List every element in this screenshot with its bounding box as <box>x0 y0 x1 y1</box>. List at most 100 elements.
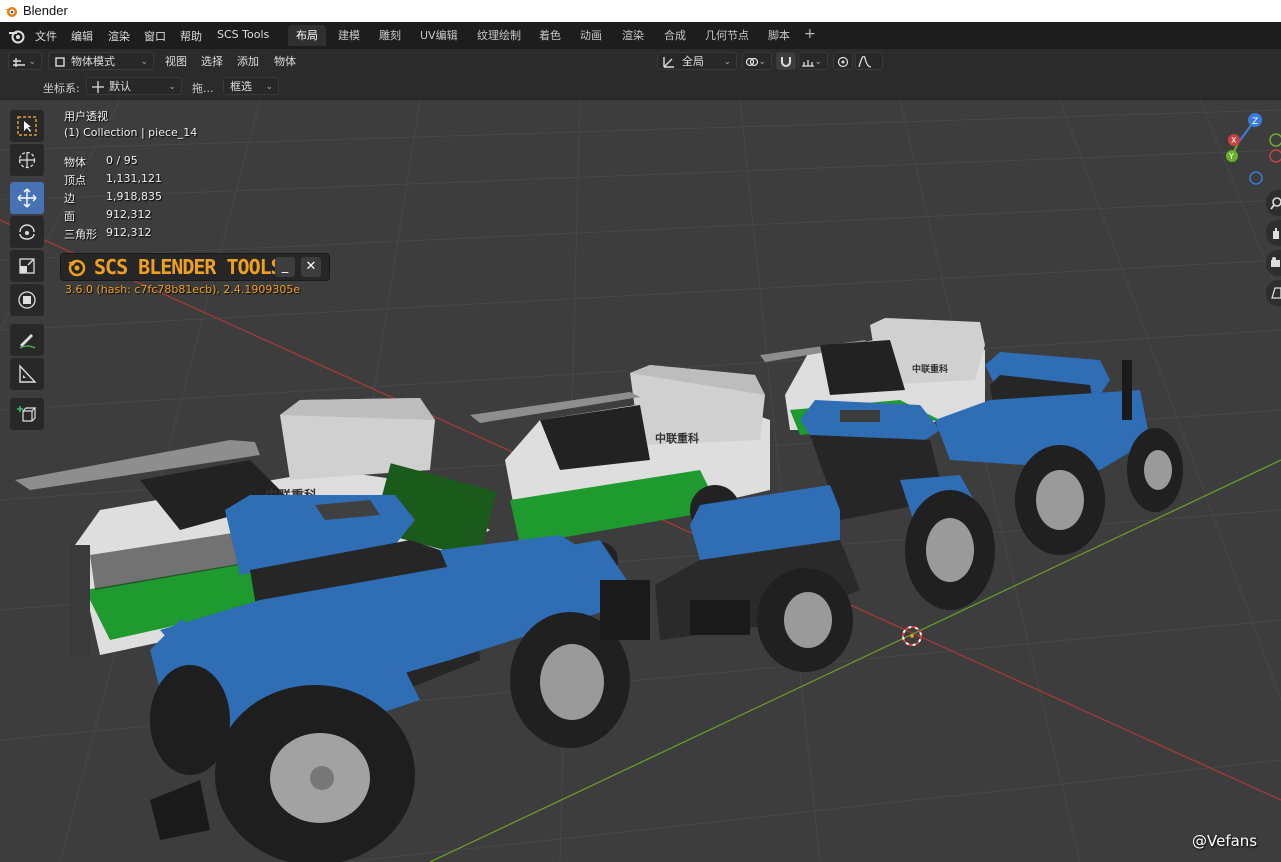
cursor-icon <box>18 151 36 169</box>
stat-key-objects: 物体 <box>64 156 86 169</box>
add-workspace-button[interactable]: + <box>804 26 816 42</box>
measure-tool[interactable] <box>10 358 44 390</box>
zoom-button[interactable] <box>1266 190 1281 216</box>
stat-value-vertices: 1,131,121 <box>106 172 162 185</box>
pan-button[interactable] <box>1266 220 1281 246</box>
falloff-dropdown[interactable] <box>855 52 883 70</box>
stat-key-triangles: 三角形 <box>64 228 97 241</box>
pivot-point-dropdown[interactable]: ⌄ <box>742 52 772 70</box>
rotate-icon <box>19 224 35 240</box>
viewport-header: ⌄ 物体模式 ⌄ 视图 选择 添加 物体 全局 ⌄ ⌄ ⌄ <box>0 49 1281 73</box>
annotate-tool[interactable] <box>10 324 44 356</box>
blender-menu-icon[interactable] <box>8 28 26 44</box>
stat-value-faces: 912,312 <box>106 208 152 221</box>
drag-label: 拖... <box>192 82 214 95</box>
menu-help[interactable]: 帮助 <box>178 28 204 44</box>
menu-object[interactable]: 物体 <box>274 53 296 69</box>
snap-increment-icon <box>802 60 814 67</box>
tab-compositing[interactable]: 合成 <box>656 25 694 46</box>
ruler-icon <box>19 364 37 383</box>
editor-type-dropdown[interactable]: ⌄ <box>8 52 42 70</box>
gizmo-y-label: Y <box>1228 152 1234 161</box>
tab-shading[interactable]: 着色 <box>531 25 569 46</box>
coord-system-dropdown[interactable]: 默认 ⌄ <box>86 77 182 95</box>
tab-geometry-nodes[interactable]: 几何节点 <box>697 25 757 46</box>
menu-render[interactable]: 渲染 <box>106 28 132 44</box>
tab-rendering[interactable]: 渲染 <box>614 25 652 46</box>
camera-view-button[interactable] <box>1266 250 1281 276</box>
scs-logo-icon <box>68 259 86 277</box>
tab-animation[interactable]: 动画 <box>572 25 610 46</box>
gizmo-neg-x[interactable] <box>1269 149 1281 163</box>
chevron-down-icon: ⌄ <box>758 57 766 67</box>
select-box-tool[interactable] <box>10 110 44 142</box>
falloff-curve-icon <box>858 56 872 68</box>
top-menubar: 文件 编辑 渲染 窗口 帮助 SCS Tools 布局 建模 雕刻 UV编辑 纹… <box>0 22 1281 49</box>
tab-layout[interactable]: 布局 <box>288 25 326 46</box>
scs-close-button[interactable]: ✕ <box>301 257 321 277</box>
gizmo-neg-y[interactable] <box>1269 133 1281 147</box>
collection-info: (1) Collection | piece_14 <box>64 126 198 139</box>
window-titlebar: Blender <box>0 0 1281 22</box>
move-arrows-icon <box>17 188 37 208</box>
menu-view[interactable]: 视图 <box>165 53 187 69</box>
viewport-scene: 中联重科 中联重科 中联重科 <box>0 100 1281 862</box>
magnet-icon <box>781 57 791 67</box>
transform-orientation-dropdown[interactable]: 全局 ⌄ <box>657 52 737 70</box>
blender-logo-icon <box>5 7 17 17</box>
stat-key-edges: 边 <box>64 192 75 205</box>
stat-value-objects: 0 / 95 <box>106 154 138 167</box>
scs-version-text: 3.6.0 (hash: c7fc78b81ecb), 2.4.1909305e <box>65 283 301 296</box>
snap-toggle[interactable] <box>776 52 796 70</box>
stat-key-vertices: 顶点 <box>64 174 86 187</box>
stat-value-triangles: 912,312 <box>106 226 152 239</box>
view-name: 用户透视 <box>64 110 108 123</box>
transform-icon <box>18 291 36 309</box>
perspective-toggle-button[interactable] <box>1266 280 1281 306</box>
scale-icon <box>19 258 35 274</box>
transform-tool[interactable] <box>10 284 44 316</box>
chevron-down-icon: ⌄ <box>814 57 822 67</box>
add-cube-tool[interactable] <box>10 398 44 430</box>
3d-viewport[interactable]: 中联重科 中联重科 中联重科 <box>0 100 1281 862</box>
stat-value-edges: 1,918,835 <box>106 190 162 203</box>
navigation-gizmo[interactable]: Z X Y <box>1218 108 1281 188</box>
tab-scripting[interactable]: 脚本 <box>760 25 798 46</box>
coord-system-label: 坐标系: <box>43 82 80 95</box>
gizmo-neg-z[interactable] <box>1249 171 1263 185</box>
mode-label: 物体模式 <box>71 55 115 68</box>
hand-icon <box>1273 228 1279 239</box>
scs-panel-title: SCS BLENDER TOOLS <box>94 255 283 279</box>
add-cube-icon <box>17 406 37 422</box>
snap-target-dropdown[interactable]: ⌄ <box>798 52 828 70</box>
proportional-edit-toggle[interactable] <box>833 52 853 70</box>
stat-key-faces: 面 <box>64 210 75 223</box>
object-mode-icon <box>55 57 65 67</box>
tab-uv-editing[interactable]: UV编辑 <box>412 25 466 46</box>
tab-sculpting[interactable]: 雕刻 <box>371 25 409 46</box>
tab-modeling[interactable]: 建模 <box>330 25 368 46</box>
scs-minimize-button[interactable]: _ <box>275 257 295 277</box>
rotate-tool[interactable] <box>10 216 44 248</box>
menu-add[interactable]: 添加 <box>237 53 259 69</box>
3d-viewport-icon <box>13 58 25 67</box>
menu-window[interactable]: 窗口 <box>142 28 168 44</box>
move-tool[interactable] <box>10 182 44 214</box>
menu-edit[interactable]: 编辑 <box>69 28 95 44</box>
tool-settings-bar: 坐标系: 默认 ⌄ 拖... 框选 ⌄ <box>0 73 1281 100</box>
pivot-icon <box>745 57 759 67</box>
orientation-icon <box>663 57 674 68</box>
scale-tool[interactable] <box>10 250 44 282</box>
menu-file[interactable]: 文件 <box>33 28 59 44</box>
coord-gizmo-icon <box>92 81 104 93</box>
tab-texture-paint[interactable]: 纹理绘制 <box>469 25 529 46</box>
mode-dropdown[interactable]: 物体模式 ⌄ <box>48 52 154 70</box>
menu-select[interactable]: 选择 <box>201 53 223 69</box>
menu-scs-tools[interactable]: SCS Tools <box>215 28 271 41</box>
camera-icon <box>1271 257 1280 267</box>
scs-tools-panel: SCS BLENDER TOOLS _ ✕ <box>60 253 330 281</box>
harvester-brand-text-2: 中联重科 <box>655 431 699 445</box>
select-mode-dropdown[interactable]: 框选 ⌄ <box>223 77 279 95</box>
cursor-tool[interactable] <box>10 144 44 176</box>
pencil-icon <box>19 334 36 349</box>
